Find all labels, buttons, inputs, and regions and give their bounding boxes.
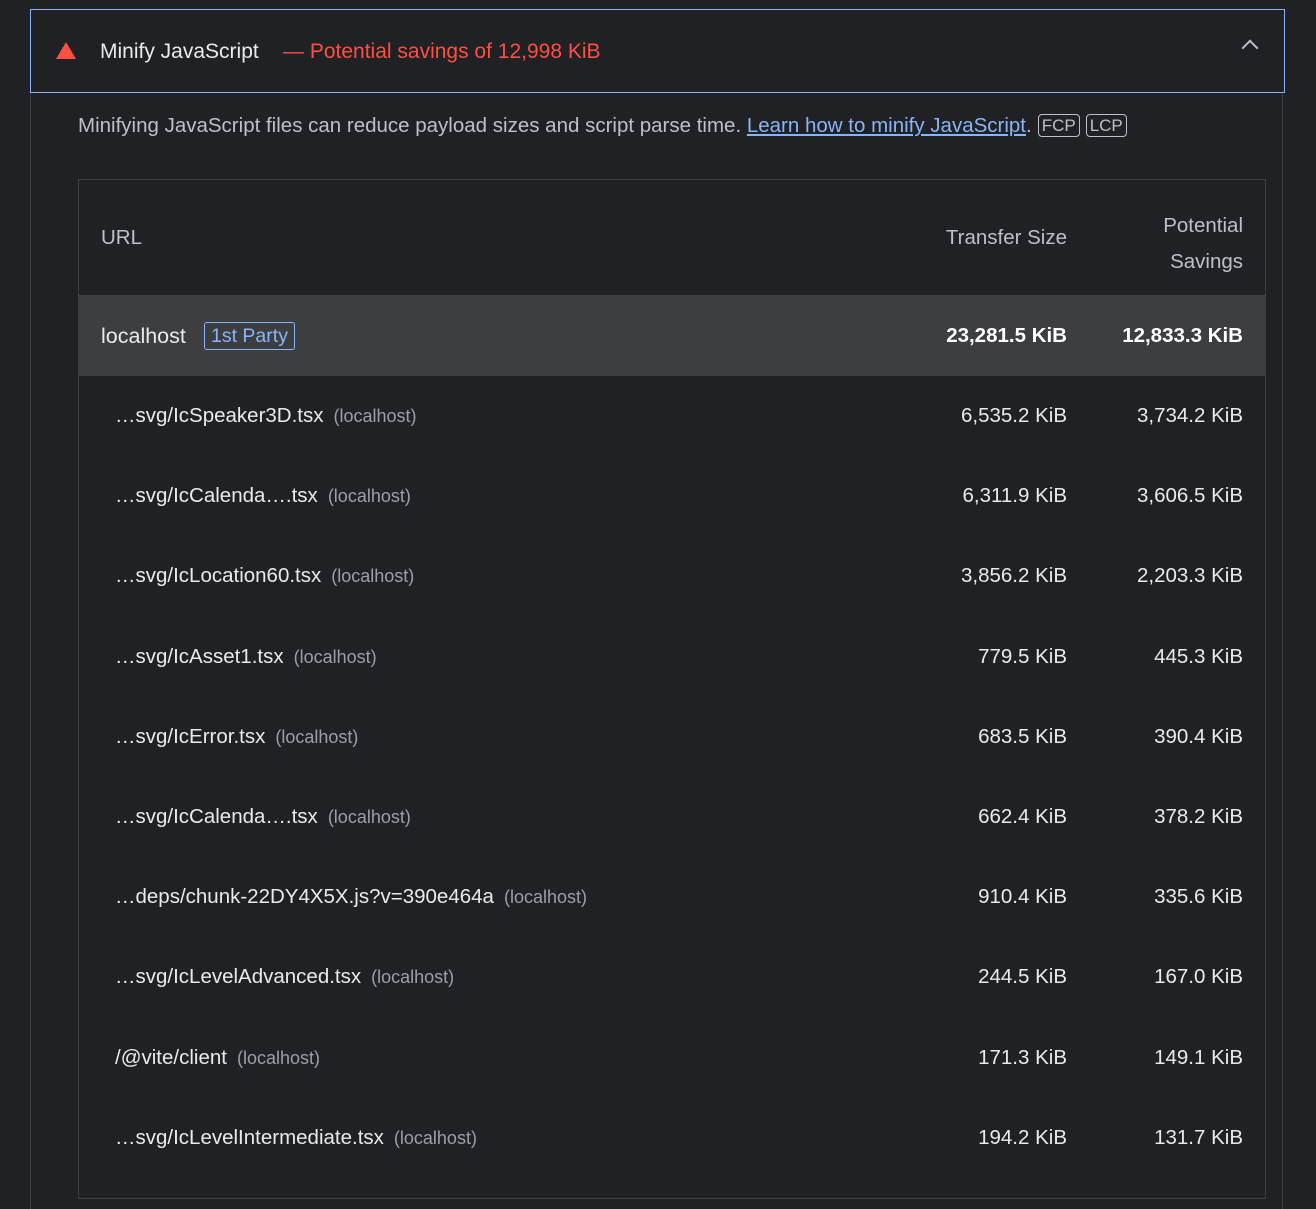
row-host: (localhost) <box>293 646 377 667</box>
row-savings: 3,734.2 KiB <box>1137 404 1243 427</box>
row-url[interactable]: …svg/IcSpeaker3D.tsx (localhost) <box>115 404 417 428</box>
row-transfer-size: 910.4 KiB <box>978 885 1067 909</box>
row-url-text: …svg/IcCalenda….tsx <box>115 484 318 508</box>
description-text: Minifying JavaScript files can reduce pa… <box>78 114 747 137</box>
row-host: (localhost) <box>275 726 359 747</box>
row-url[interactable]: …svg/IcCalenda….tsx (localhost) <box>115 805 411 829</box>
row-savings: 3,606.5 KiB <box>1137 484 1243 508</box>
row-url-text: …svg/IcError.tsx <box>115 724 266 748</box>
metric-badge-fcp: FCP <box>1037 114 1080 137</box>
row-url[interactable]: …svg/IcAsset1.tsx (localhost) <box>115 645 377 669</box>
column-header-url: URL <box>101 226 143 249</box>
row-host: (localhost) <box>503 887 587 908</box>
row-host: (localhost) <box>333 406 417 426</box>
row-transfer-size: 6,535.2 KiB <box>961 404 1067 427</box>
audit-savings: — Potential savings of 12,998 KiB <box>283 40 601 63</box>
table-row: …svg/IcAsset1.tsx (localhost) 779.5 KiB 445… <box>79 617 1265 697</box>
savings-header-line2: Savings <box>1170 250 1243 273</box>
row-url-text: /@vite/client <box>115 1045 227 1069</box>
row-host: (localhost) <box>327 486 411 507</box>
table-row: …svg/IcCalenda….tsx (localhost) 6,311.9 Ki… <box>79 456 1265 536</box>
audit-title: Minify JavaScript <box>100 40 259 63</box>
row-url[interactable]: …svg/IcLevelIntermediate.tsx (localhost) <box>115 1126 477 1150</box>
column-header-transfer-size: Transfer Size <box>945 226 1067 249</box>
metric-badge-lcp: LCP <box>1085 114 1127 137</box>
row-savings: 335.6 KiB <box>1154 885 1243 909</box>
row-url-text: …deps/chunk-22DY4X5X.js?v=390e464a <box>115 885 494 909</box>
table-row: …deps/chunk-22DY4X5X.js?v=390e464a (local… <box>79 857 1265 937</box>
row-host: (localhost) <box>331 566 415 587</box>
row-url[interactable]: …deps/chunk-22DY4X5X.js?v=390e464a (local… <box>115 885 587 909</box>
row-url[interactable]: …svg/IcCalenda….tsx (localhost) <box>115 484 411 508</box>
table-row: …svg/IcLocation60.tsx (localhost) 3,856.2 … <box>79 536 1265 616</box>
row-host: (localhost) <box>371 967 455 988</box>
table-row: …svg/IcLevelIntermediate.tsx (localhost) 1… <box>79 1098 1265 1178</box>
row-url-text: …svg/IcCalenda….tsx <box>115 804 318 828</box>
first-party-badge: 1st Party <box>204 322 295 350</box>
learn-more-link[interactable]: Learn how to minify JavaScript <box>747 114 1026 137</box>
row-url-text: …svg/IcLevelIntermediate.tsx <box>115 1125 384 1149</box>
fail-triangle-icon <box>56 42 76 59</box>
row-url[interactable]: …svg/IcError.tsx (localhost) <box>115 725 358 749</box>
details-table: URL Transfer Size Potential Savings loca… <box>78 179 1266 1199</box>
audit-header[interactable]: Minify JavaScript — Potential savings of… <box>30 9 1285 93</box>
savings-header-line1: Potential <box>1163 214 1243 237</box>
row-savings: 131.7 KiB <box>1154 1125 1243 1149</box>
table-header: URL Transfer Size Potential Savings <box>79 180 1265 296</box>
row-savings: 445.3 KiB <box>1154 644 1243 668</box>
row-savings: 167.0 KiB <box>1154 965 1243 989</box>
table-row: …svg/IcError.tsx (localhost) 683.5 KiB 390.… <box>79 697 1265 777</box>
row-url-text: …svg/IcAsset1.tsx <box>115 644 284 668</box>
row-transfer-size: 683.5 KiB <box>978 724 1067 748</box>
table-row: …svg/IcSpeaker3D.tsx (localhost) 6,535.2 K… <box>79 376 1265 456</box>
description-end: . <box>1026 114 1032 137</box>
group-savings: 12,833.3 KiB <box>1122 324 1243 347</box>
row-transfer-size: 244.5 KiB <box>978 965 1067 989</box>
row-host: (localhost) <box>236 1047 320 1068</box>
row-url[interactable]: …svg/IcLocation60.tsx (localhost) <box>115 564 414 588</box>
row-host: (localhost) <box>393 1127 477 1148</box>
group-row-localhost: localhost 1st Party 23,281.5 KiB 12,833.… <box>79 296 1265 376</box>
row-url-text: …svg/IcLocation60.tsx <box>115 564 322 588</box>
audit-description: Minifying JavaScript files can reduce pa… <box>78 114 1127 138</box>
table-row: /@vite/client (localhost) 171.3 KiB 149.1 K… <box>79 1018 1265 1098</box>
row-transfer-size: 662.4 KiB <box>978 804 1067 828</box>
row-host: (localhost) <box>327 806 411 827</box>
group-transfer-size: 23,281.5 KiB <box>946 324 1067 347</box>
table-row: …svg/IcLevelAdvanced.tsx (localhost) 244.5… <box>79 937 1265 1017</box>
row-transfer-size: 194.2 KiB <box>978 1125 1067 1149</box>
audit-panel: Minify JavaScript — Potential savings of… <box>30 9 1285 1209</box>
row-savings: 390.4 KiB <box>1154 724 1243 748</box>
row-transfer-size: 3,856.2 KiB <box>961 564 1067 588</box>
group-name: localhost <box>101 324 186 348</box>
row-transfer-size: 171.3 KiB <box>978 1045 1067 1069</box>
row-savings: 2,203.3 KiB <box>1137 564 1243 588</box>
row-url[interactable]: /@vite/client (localhost) <box>115 1046 320 1070</box>
column-header-potential-savings: Potential Savings <box>1103 208 1243 280</box>
row-savings: 378.2 KiB <box>1154 804 1243 828</box>
row-url[interactable]: …svg/IcLevelAdvanced.tsx (localhost) <box>115 965 454 989</box>
row-url-text: …svg/IcSpeaker3D.tsx <box>115 404 324 427</box>
table-row: …svg/IcCalenda….tsx (localhost) 662.4 KiB 3… <box>79 777 1265 857</box>
row-transfer-size: 779.5 KiB <box>978 644 1067 668</box>
row-url-text: …svg/IcLevelAdvanced.tsx <box>115 965 362 989</box>
row-transfer-size: 6,311.9 KiB <box>962 484 1067 508</box>
table-rows: …svg/IcSpeaker3D.tsx (localhost) 6,535.2 K… <box>79 376 1265 1178</box>
chevron-up-icon[interactable] <box>1241 39 1259 57</box>
row-savings: 149.1 KiB <box>1154 1045 1243 1069</box>
